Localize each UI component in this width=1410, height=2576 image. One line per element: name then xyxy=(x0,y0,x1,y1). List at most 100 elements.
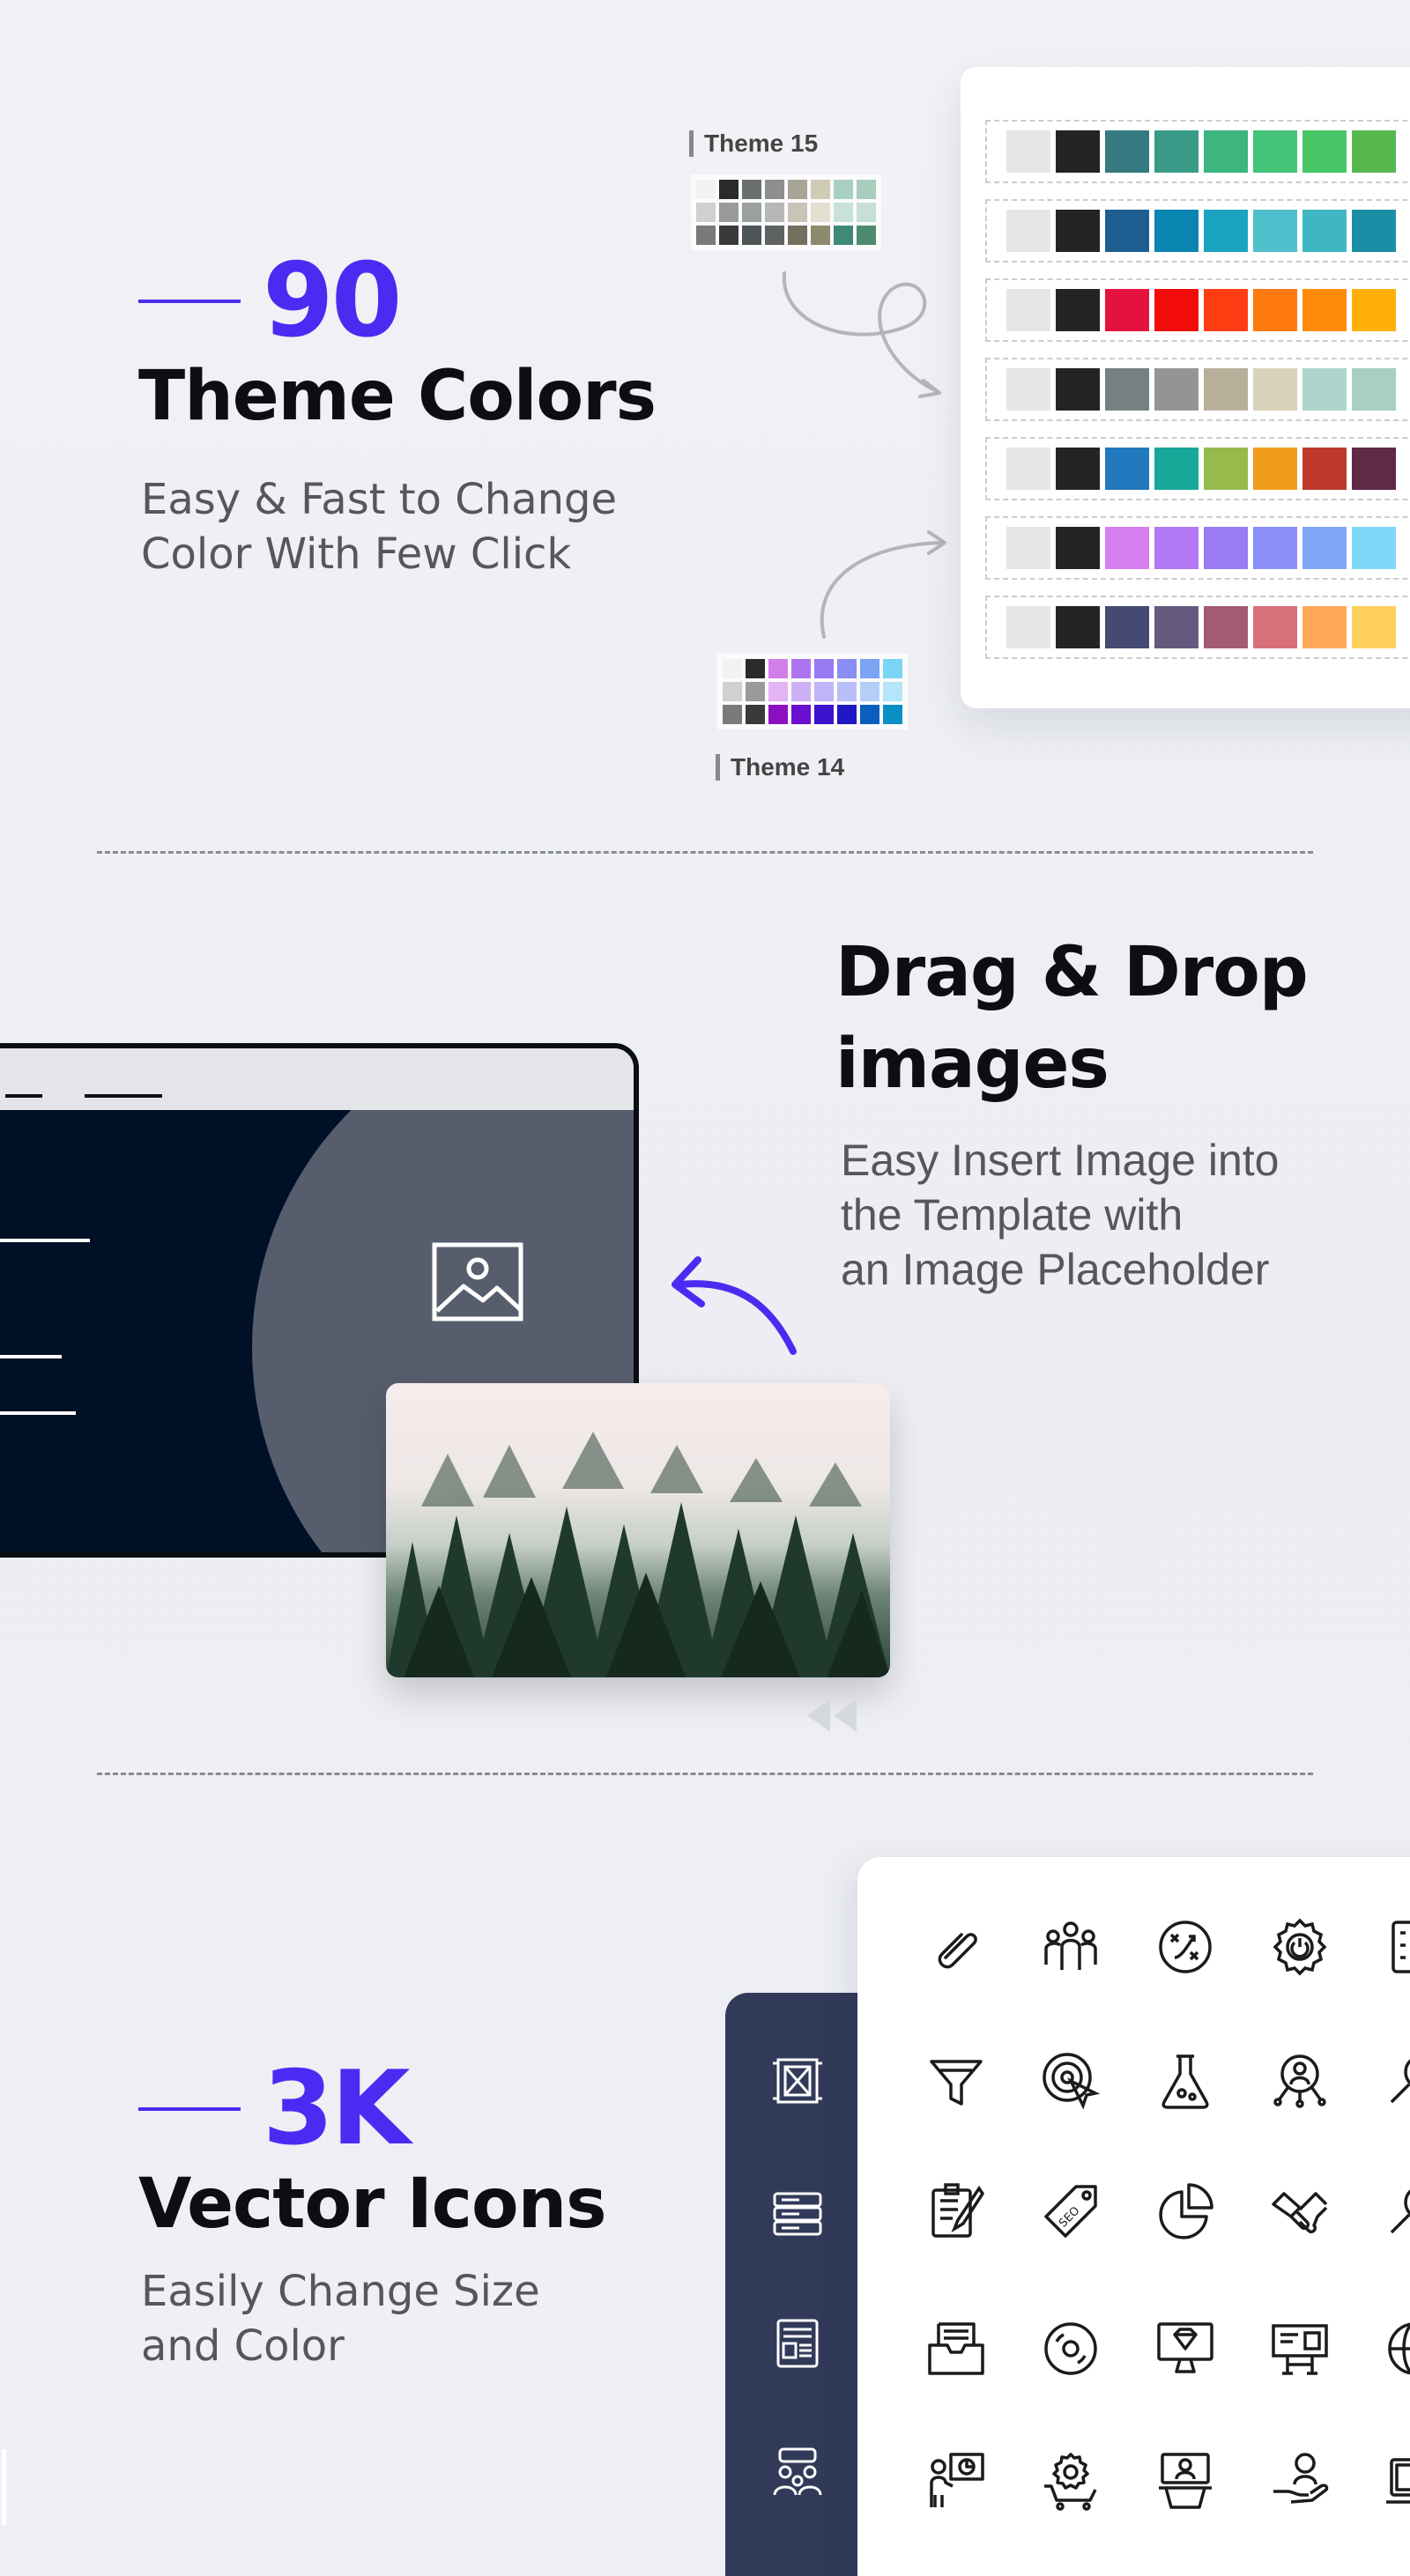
color-swatch[interactable] xyxy=(1352,210,1396,252)
strategy-icon[interactable] xyxy=(1155,1917,1215,1977)
color-swatch[interactable] xyxy=(1253,289,1297,331)
color-swatch[interactable] xyxy=(1006,130,1050,173)
inbox-tray-icon[interactable] xyxy=(926,2319,986,2379)
disc-icon[interactable] xyxy=(1041,2319,1101,2379)
color-swatch[interactable] xyxy=(1006,448,1050,490)
color-swatch[interactable] xyxy=(1352,606,1396,648)
mini-swatch xyxy=(834,226,853,245)
theme-15-swatch[interactable] xyxy=(691,174,881,250)
color-swatch[interactable] xyxy=(1006,289,1050,331)
gear-power-icon[interactable] xyxy=(1270,1917,1330,1977)
color-swatch[interactable] xyxy=(1056,527,1100,569)
color-swatch[interactable] xyxy=(1154,606,1198,648)
color-swatch[interactable] xyxy=(1006,210,1050,252)
color-swatch[interactable] xyxy=(1204,368,1248,411)
color-swatch[interactable] xyxy=(1056,289,1100,331)
newspaper-icon[interactable] xyxy=(769,2315,826,2372)
palette-row[interactable] xyxy=(985,516,1410,580)
color-swatch[interactable] xyxy=(1056,606,1100,648)
color-swatch[interactable] xyxy=(1302,527,1347,569)
color-swatch[interactable] xyxy=(1105,130,1149,173)
funnel-icon[interactable] xyxy=(926,2051,986,2111)
color-swatch[interactable] xyxy=(1204,289,1248,331)
color-swatch[interactable] xyxy=(1253,368,1297,411)
document-edit-icon[interactable] xyxy=(926,2181,986,2241)
palette-row[interactable] xyxy=(985,437,1410,500)
user-network-icon[interactable] xyxy=(1270,2051,1330,2111)
monitor-diamond-icon[interactable] xyxy=(1155,2319,1215,2379)
presenter-chart-icon[interactable] xyxy=(926,2451,986,2511)
svg-text:SEO: SEO xyxy=(1057,2204,1082,2230)
color-swatch[interactable] xyxy=(1154,289,1198,331)
flask-icon[interactable] xyxy=(1155,2051,1215,2111)
color-swatch[interactable] xyxy=(1056,448,1100,490)
mini-swatch xyxy=(883,705,902,724)
podium-user-icon[interactable] xyxy=(1155,2451,1215,2511)
hand-user-icon[interactable] xyxy=(1270,2451,1330,2511)
palette-row[interactable] xyxy=(985,358,1410,421)
color-swatch[interactable] xyxy=(1105,289,1149,331)
color-swatch[interactable] xyxy=(1154,527,1198,569)
color-swatch[interactable] xyxy=(1006,606,1050,648)
frame-icon[interactable] xyxy=(769,2053,826,2109)
color-swatch[interactable] xyxy=(1352,289,1396,331)
color-swatch[interactable] xyxy=(1253,448,1297,490)
color-swatch[interactable] xyxy=(1302,606,1347,648)
color-swatch[interactable] xyxy=(1105,606,1149,648)
color-swatch[interactable] xyxy=(1204,606,1248,648)
color-swatch[interactable] xyxy=(1253,606,1297,648)
group-chat-icon[interactable] xyxy=(769,2446,826,2502)
magnifier-icon[interactable] xyxy=(1384,2181,1410,2241)
pie-chart-icon[interactable] xyxy=(1155,2181,1215,2241)
mini-swatch xyxy=(883,659,902,678)
color-swatch[interactable] xyxy=(1352,130,1396,173)
color-swatch[interactable] xyxy=(1006,527,1050,569)
color-swatch[interactable] xyxy=(1253,130,1297,173)
color-swatch[interactable] xyxy=(1352,368,1396,411)
color-swatch[interactable] xyxy=(1302,210,1347,252)
palette-row[interactable] xyxy=(985,120,1410,183)
color-swatch[interactable] xyxy=(1253,527,1297,569)
mini-swatch xyxy=(837,682,857,701)
color-swatch[interactable] xyxy=(1253,210,1297,252)
color-swatch[interactable] xyxy=(1154,130,1198,173)
theme-14-swatch[interactable] xyxy=(717,654,908,729)
target-click-icon[interactable] xyxy=(1041,2051,1101,2111)
palette-row[interactable] xyxy=(985,199,1410,263)
billboard-icon[interactable] xyxy=(1270,2319,1330,2379)
magnifier-icon[interactable] xyxy=(1384,2051,1410,2111)
color-swatch[interactable] xyxy=(1204,130,1248,173)
globe-icon[interactable] xyxy=(1384,2319,1410,2379)
color-swatch[interactable] xyxy=(1105,448,1149,490)
seo-tag-icon[interactable]: SEO xyxy=(1041,2181,1101,2241)
color-swatch[interactable] xyxy=(1302,448,1347,490)
color-swatch[interactable] xyxy=(1154,368,1198,411)
color-swatch[interactable] xyxy=(1105,368,1149,411)
color-swatch[interactable] xyxy=(1352,448,1396,490)
handshake-icon[interactable] xyxy=(1270,2181,1330,2241)
color-swatch[interactable] xyxy=(1154,210,1198,252)
color-swatch[interactable] xyxy=(1204,448,1248,490)
team-icon[interactable] xyxy=(1041,1917,1101,1977)
color-swatch[interactable] xyxy=(1204,210,1248,252)
color-swatch[interactable] xyxy=(1302,368,1347,411)
forest-photo[interactable] xyxy=(386,1383,890,1677)
color-swatch[interactable] xyxy=(1302,130,1347,173)
paperclip-icon[interactable] xyxy=(926,1917,986,1977)
color-swatch[interactable] xyxy=(1302,289,1347,331)
cart-gear-icon[interactable] xyxy=(1041,2451,1101,2511)
color-swatch[interactable] xyxy=(1006,368,1050,411)
palette-row[interactable] xyxy=(985,596,1410,659)
checklist-icon[interactable] xyxy=(1384,1917,1410,1977)
palette-row[interactable] xyxy=(985,278,1410,342)
color-swatch[interactable] xyxy=(1352,527,1396,569)
laptop-icon[interactable] xyxy=(1384,2451,1410,2511)
color-swatch[interactable] xyxy=(1154,448,1198,490)
server-icon[interactable] xyxy=(769,2185,826,2241)
color-swatch[interactable] xyxy=(1105,210,1149,252)
color-swatch[interactable] xyxy=(1056,210,1100,252)
color-swatch[interactable] xyxy=(1105,527,1149,569)
color-swatch[interactable] xyxy=(1204,527,1248,569)
color-swatch[interactable] xyxy=(1056,130,1100,173)
color-swatch[interactable] xyxy=(1056,368,1100,411)
